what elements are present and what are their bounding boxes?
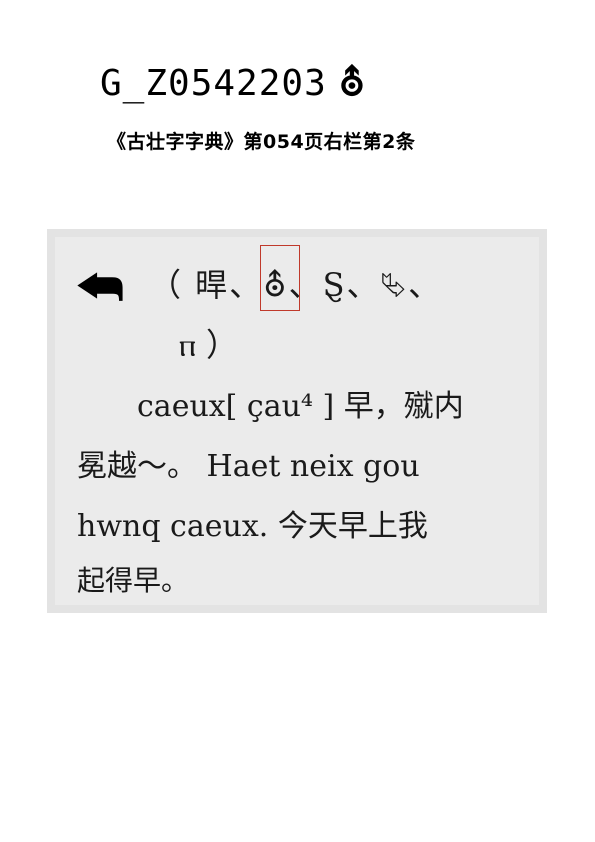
dictionary-source-reference: 《古壮字字典》第054页右栏第2条	[107, 131, 416, 153]
scan-variants-line-2: ⲡ ）	[179, 326, 238, 364]
target-glyph-highlight	[260, 245, 300, 311]
scan-definition-line-4: 起得早。	[77, 564, 190, 597]
dictionary-scan-image: ​ ⮪ （ 晘、⛢、Ȿ、⮱、 ⲡ ） caeux[ çau⁴ ] 早，殧内 冕越…	[47, 229, 547, 613]
scan-headword: ⮪	[77, 257, 124, 316]
scan-definition-line-3: hwnq caeux. 今天早上我	[77, 509, 428, 544]
scan-definition-line-2: 冕越～。 Haet neix gou	[77, 449, 420, 484]
entry-glyph: ⛢	[338, 62, 367, 104]
entry-code: G_Z0542203	[100, 63, 327, 104]
scan-page-area: ​ ⮪ （ 晘、⛢、Ȿ、⮱、 ⲡ ） caeux[ çau⁴ ] 早，殧内 冕越…	[55, 237, 539, 605]
entry-code-title: G_Z0542203 ⛢	[100, 58, 366, 109]
scan-definition-line-1: caeux[ çau⁴ ] 早，殧内	[137, 389, 464, 424]
